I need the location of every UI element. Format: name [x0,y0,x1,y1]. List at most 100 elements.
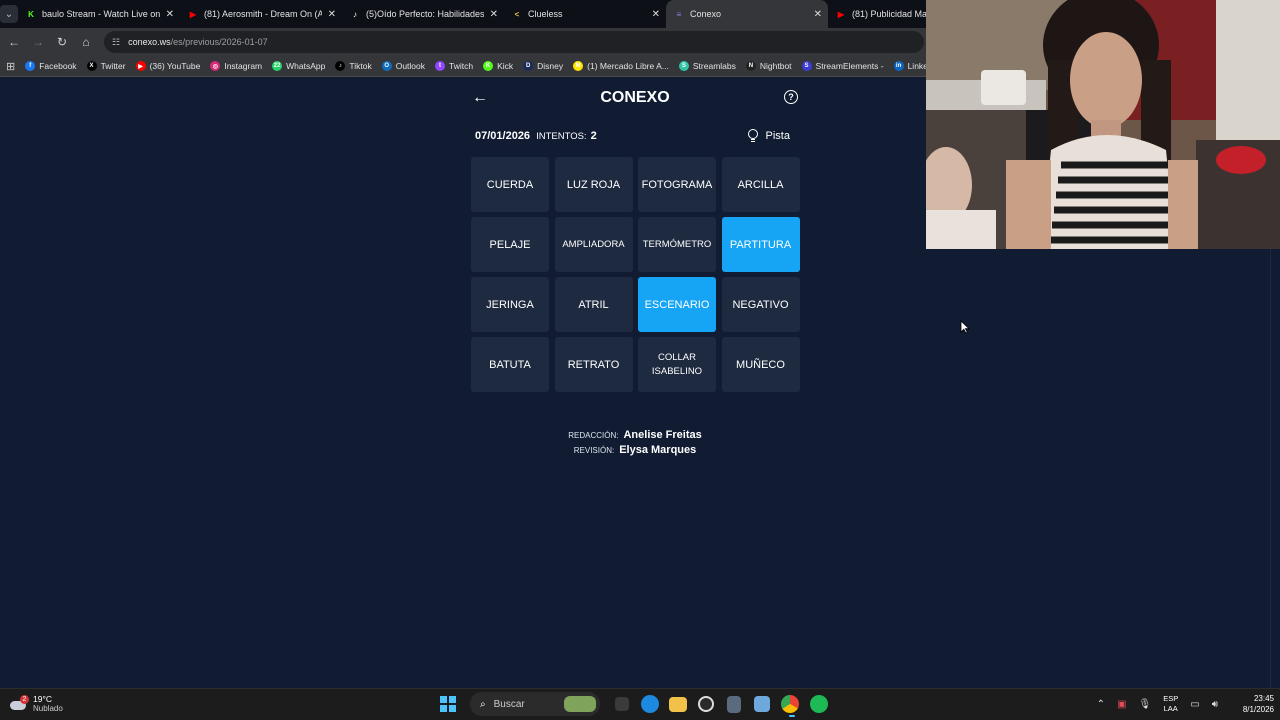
bookmark-favicon-icon: S [678,61,689,71]
tab-title: Clueless [528,9,563,19]
clock[interactable]: 23:45 8/1/2026 [1232,693,1274,715]
bookmark-item[interactable]: ▶ (36) YouTube [135,61,201,71]
network-icon[interactable]: ▭ [1190,699,1199,710]
back-arrow-icon[interactable]: ← [472,89,488,107]
tab-search-button[interactable]: ⌄ [0,0,18,28]
bookmark-item[interactable]: in Linke [893,61,928,71]
word-tile[interactable]: PARTITURA [721,217,800,272]
close-icon[interactable]: ✕ [166,9,174,20]
browser-tab[interactable]: ≡ Conexo ✕ [666,0,828,28]
tab-list: Kbaulo Stream - Watch Live on K ✕ ▶ (81) Ae… [18,0,990,28]
search-icon: ⌕ [480,698,486,710]
bookmark-item[interactable]: 22 WhatsApp [272,61,325,71]
bookmark-item[interactable]: K Kick [483,61,513,71]
word-tile[interactable]: TERMÓMETRO [638,217,716,272]
bookmark-item[interactable]: ♪ Tiktok [335,61,372,71]
app-tray-icon[interactable]: ▣ [1117,699,1126,710]
bookmarks-bar: ⊞ f Facebook X Twitter ▶ (36) YouTube ◎ Instagr… [0,56,928,77]
close-icon[interactable]: ✕ [328,9,336,20]
close-icon[interactable]: ✕ [652,9,660,20]
address-bar[interactable]: ☷ conexo.ws/es/previous/2026-01-07 [104,31,924,53]
bookmark-item[interactable]: S StreamElements - [801,61,884,71]
windows-start-icon[interactable] [440,696,456,712]
page-scrollbar[interactable] [1270,249,1280,688]
word-tile[interactable]: RETRATO [554,337,633,392]
writing-label: REDACCIÓN: [568,431,619,440]
browser-tab[interactable]: ▶ (81) Aerosmith - Dream On (Au ✕ [180,0,342,28]
language-indicator[interactable]: ESP LAA [1163,694,1178,714]
taskbar-search[interactable]: ⌕ Buscar [470,692,600,716]
youtube-icon: ▶ [189,9,197,19]
bookmark-item[interactable]: D Disney [523,61,563,71]
bookmark-label: Twitter [100,61,126,71]
forward-button[interactable]: → [26,35,50,49]
obs-icon[interactable] [698,696,714,712]
word-tile[interactable]: JERINGA [471,277,549,332]
taskbar: 2 19°C Nublado ⌕ Buscar ⌃ ▣ 🎙︎ ESP LAA ▭… [0,688,1280,720]
snipping-tool-icon[interactable] [754,696,770,712]
hint-button[interactable]: Pista [747,129,790,143]
clueless-icon: < [514,9,520,19]
page-title: CONEXO [600,89,670,106]
bookmark-favicon-icon: ◎ [210,61,221,71]
word-tile[interactable]: FOTOGRAMA [638,157,716,212]
bookmark-item[interactable]: f Facebook [25,61,77,71]
microphone-icon[interactable]: 🎙︎ [1139,699,1152,710]
bookmark-label: Facebook [39,61,77,71]
home-button[interactable]: ⌂ [74,35,98,49]
browser-tab[interactable]: ♪ (5)Oído Perfecto: Habilidades Ú ✕ [342,0,504,28]
weather-desc: Nublado [33,704,63,713]
bookmark-label: Outlook [395,61,425,71]
chevron-up-icon[interactable]: ⌃ [1097,699,1105,710]
word-tile[interactable]: ATRIL [554,277,633,332]
site-info-icon[interactable]: ☷ [112,37,120,48]
word-tile[interactable]: ARCILLA [721,157,800,212]
bookmark-item[interactable]: ◎ Instagram [210,61,262,71]
clock-date: 8/1/2026 [1242,705,1274,714]
bookmark-label: StreamElements - [815,61,884,71]
back-button[interactable]: ← [2,35,26,49]
word-tile[interactable]: CUERDA [471,157,549,212]
bookmark-item[interactable]: t Twitch [435,61,473,71]
taskbar-apps: ⌕ Buscar [440,692,834,717]
reload-button[interactable]: ↻ [50,35,74,49]
browser-tab[interactable]: < Clueless ✕ [504,0,666,28]
word-tile[interactable]: BATUTA [471,337,549,392]
task-view-icon[interactable] [615,697,629,711]
weather-badge: 2 [20,694,29,704]
mouse-cursor-icon [960,320,970,334]
edge-icon[interactable] [641,695,659,713]
file-explorer-icon[interactable] [669,696,687,712]
bookmark-item[interactable]: N Nightbot [745,61,792,71]
word-grid: CUERDA LUZ ROJA FOTOGRAMA ARCILLA PELAJE AMPL… [471,157,801,392]
word-tile[interactable]: PELAJE [471,217,549,272]
word-tile[interactable]: AMPLIADORA [554,217,633,272]
bookmark-item[interactable]: O Outlook [381,61,425,71]
word-tile[interactable]: NEGATIVO [721,277,800,332]
apps-grid-icon[interactable]: ⊞ [6,60,15,73]
bookmark-favicon-icon: t [435,61,445,71]
word-tile[interactable]: LUZ ROJA [554,157,633,212]
bookmark-item[interactable]: M (1) Mercado Libre A... [573,61,669,71]
chrome-icon[interactable] [781,695,799,717]
bookmark-label: (36) YouTube [149,61,201,71]
close-icon[interactable]: ✕ [490,9,498,20]
bookmark-item[interactable]: S Streamlabs [678,61,736,71]
puzzle-date: 07/01/2026 [475,130,531,142]
volume-icon[interactable]: 🔊︎ [1212,699,1218,710]
bookmark-label: Streamlabs [692,61,736,71]
word-tile[interactable]: ESCENARIO [638,277,716,332]
browser-tab[interactable]: Kbaulo Stream - Watch Live on K ✕ [18,0,180,28]
bookmark-favicon-icon: 22 [272,61,283,71]
word-tile[interactable]: MUÑECO [721,337,800,392]
conexo-icon: ≡ [676,9,682,19]
weather-widget[interactable]: 2 19°C Nublado [10,694,63,713]
spotify-icon[interactable] [810,695,828,713]
close-icon[interactable]: ✕ [814,9,822,20]
bookmark-item[interactable]: X Twitter [86,61,126,71]
help-icon[interactable]: ? [784,90,798,104]
word-tile[interactable]: COLLAR ISABELINO [638,337,716,392]
bookmark-favicon-icon: D [523,61,534,71]
bookmark-favicon-icon: N [745,61,756,71]
calculator-icon[interactable] [727,695,741,713]
